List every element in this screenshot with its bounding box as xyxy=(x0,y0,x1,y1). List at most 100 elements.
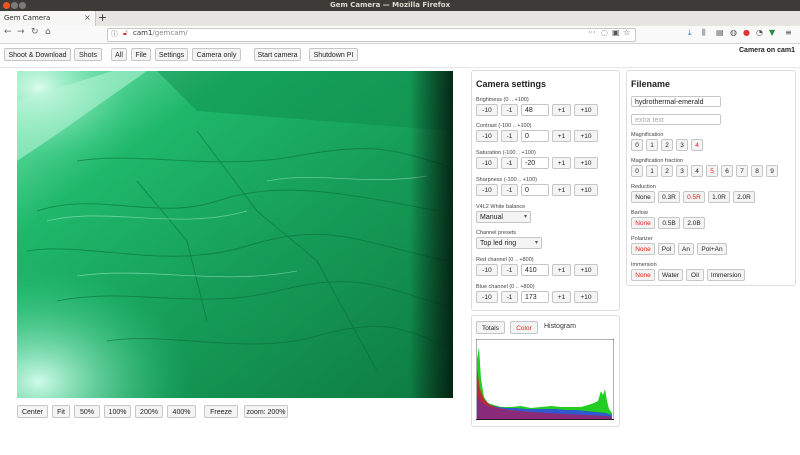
fraction-option-button[interactable]: 9 xyxy=(766,165,778,177)
zoom-200-button[interactable]: 200% xyxy=(135,405,163,418)
fraction-option-button[interactable]: 5 xyxy=(706,165,718,177)
magnification-option-button[interactable]: 0 xyxy=(631,139,643,151)
center-button[interactable]: Center xyxy=(17,405,48,418)
fraction-option-button[interactable]: 1 xyxy=(646,165,658,177)
library-icon[interactable]: ⫼ xyxy=(702,28,706,38)
contrast-value-input[interactable]: 0 xyxy=(521,130,549,142)
red-channel-value-input[interactable]: 410 xyxy=(521,264,549,276)
sharpness-value-input[interactable]: 0 xyxy=(521,184,549,196)
immersion-option-button[interactable]: None xyxy=(631,269,655,281)
red-channel-minus-10-button[interactable]: -10 xyxy=(476,264,498,276)
brightness-minus-10-button[interactable]: -10 xyxy=(476,104,498,116)
start-camera-button[interactable]: Start camera xyxy=(254,48,301,61)
reduction-option-button[interactable]: 1.0R xyxy=(708,191,730,203)
immersion-option-button[interactable]: Water xyxy=(658,269,683,281)
close-window-icon[interactable] xyxy=(3,2,10,9)
reduction-option-button[interactable]: 2.0R xyxy=(733,191,755,203)
camera-only-button[interactable]: Camera only xyxy=(192,48,241,61)
back-icon[interactable]: ← xyxy=(4,27,12,37)
saturation-minus-10-button[interactable]: -10 xyxy=(476,157,498,169)
extension-green-icon[interactable]: ▼ xyxy=(769,28,775,37)
sharpness-plus-1-button[interactable]: +1 xyxy=(552,184,571,196)
magnification-option-button[interactable]: 4 xyxy=(691,139,703,151)
barlow-option-button[interactable]: 2.0B xyxy=(683,217,705,229)
camera-view[interactable] xyxy=(17,71,453,398)
page-actions-icon[interactable]: ··· xyxy=(588,28,596,37)
close-tab-icon[interactable]: × xyxy=(84,13,91,22)
tab-totals[interactable]: Totals xyxy=(476,321,505,334)
fraction-option-button[interactable]: 3 xyxy=(676,165,688,177)
blue-channel-minus-10-button[interactable]: -10 xyxy=(476,291,498,303)
forward-icon[interactable]: → xyxy=(17,27,25,37)
zoom-400-button[interactable]: 400% xyxy=(167,405,196,418)
browser-tab[interactable]: Gem Camera × xyxy=(0,11,96,26)
brightness-plus-10-button[interactable]: +10 xyxy=(574,104,598,116)
sidebar-icon[interactable]: ▤ xyxy=(716,28,724,37)
file-button[interactable]: File xyxy=(131,48,151,61)
sharpness-minus-1-button[interactable]: -1 xyxy=(501,184,518,196)
extra-text-input[interactable]: extra text xyxy=(631,114,721,125)
white-balance-select[interactable]: Manual ▾ xyxy=(476,211,531,223)
freeze-button[interactable]: Freeze xyxy=(204,405,238,418)
sharpness-minus-10-button[interactable]: -10 xyxy=(476,184,498,196)
polarizer-option-button[interactable]: An xyxy=(678,243,694,255)
bookmark-star-icon[interactable]: ☆ xyxy=(623,28,630,37)
pocket-icon[interactable]: ◌ xyxy=(601,28,608,37)
maximize-window-icon[interactable] xyxy=(19,2,26,9)
extension-red-icon[interactable]: ● xyxy=(743,28,750,37)
fraction-option-button[interactable]: 6 xyxy=(721,165,733,177)
red-channel-minus-1-button[interactable]: -1 xyxy=(501,264,518,276)
red-channel-plus-10-button[interactable]: +10 xyxy=(574,264,598,276)
home-icon[interactable]: ⌂ xyxy=(45,27,51,37)
reduction-option-button[interactable]: 0.5R xyxy=(683,191,705,203)
reduction-option-button[interactable]: None xyxy=(631,191,655,203)
shoot-download-button[interactable]: Shoot & Download xyxy=(4,48,71,61)
blue-channel-value-input[interactable]: 173 xyxy=(521,291,549,303)
shots-button[interactable]: Shots xyxy=(74,48,102,61)
site-info-icon[interactable]: ⓘ xyxy=(111,29,118,39)
brightness-plus-1-button[interactable]: +1 xyxy=(552,104,571,116)
polarizer-option-button[interactable]: Pol xyxy=(658,243,675,255)
url-text[interactable]: cam1/gemcam/ xyxy=(133,29,188,37)
zoom-100-button[interactable]: 100% xyxy=(104,405,131,418)
contrast-plus-10-button[interactable]: +10 xyxy=(574,130,598,142)
fraction-option-button[interactable]: 0 xyxy=(631,165,643,177)
fraction-option-button[interactable]: 7 xyxy=(736,165,748,177)
barlow-option-button[interactable]: 0.5B xyxy=(658,217,680,229)
brightness-value-input[interactable]: 48 xyxy=(521,104,549,116)
fit-button[interactable]: Fit xyxy=(52,405,70,418)
magnification-option-button[interactable]: 1 xyxy=(646,139,658,151)
extension-icon[interactable]: ◍ xyxy=(730,28,737,37)
shutdown-pi-button[interactable]: Shutdown PI xyxy=(309,48,358,61)
downloads-icon[interactable]: ⤓ xyxy=(688,28,692,38)
saturation-plus-1-button[interactable]: +1 xyxy=(552,157,571,169)
blue-channel-plus-1-button[interactable]: +1 xyxy=(552,291,571,303)
filename-input[interactable]: hydrothermal-emerald xyxy=(631,96,721,107)
contrast-plus-1-button[interactable]: +1 xyxy=(552,130,571,142)
settings-button[interactable]: Settings xyxy=(155,48,188,61)
account-icon[interactable]: ◔ xyxy=(756,28,763,37)
magnification-option-button[interactable]: 3 xyxy=(676,139,688,151)
all-button[interactable]: All xyxy=(111,48,127,61)
blue-channel-minus-1-button[interactable]: -1 xyxy=(501,291,518,303)
immersion-option-button[interactable]: Oil xyxy=(686,269,704,281)
minimize-window-icon[interactable] xyxy=(11,2,18,9)
brightness-minus-1-button[interactable]: -1 xyxy=(501,104,518,116)
saturation-value-input[interactable]: -20 xyxy=(521,157,549,169)
red-channel-plus-1-button[interactable]: +1 xyxy=(552,264,571,276)
contrast-minus-10-button[interactable]: -10 xyxy=(476,130,498,142)
reader-icon[interactable]: ▣ xyxy=(612,28,620,37)
fraction-option-button[interactable]: 2 xyxy=(661,165,673,177)
tab-color[interactable]: Color xyxy=(510,321,538,334)
saturation-plus-10-button[interactable]: +10 xyxy=(574,157,598,169)
polarizer-option-button[interactable]: Pol+An xyxy=(697,243,727,255)
zoom-50-button[interactable]: 50% xyxy=(74,405,100,418)
immersion-option-button[interactable]: Immersion xyxy=(707,269,745,281)
reduction-option-button[interactable]: 0.3R xyxy=(658,191,680,203)
new-tab-icon[interactable]: + xyxy=(98,11,107,24)
reload-icon[interactable]: ↻ xyxy=(31,27,39,37)
magnification-option-button[interactable]: 2 xyxy=(661,139,673,151)
barlow-option-button[interactable]: None xyxy=(631,217,655,229)
fraction-option-button[interactable]: 4 xyxy=(691,165,703,177)
contrast-minus-1-button[interactable]: -1 xyxy=(501,130,518,142)
